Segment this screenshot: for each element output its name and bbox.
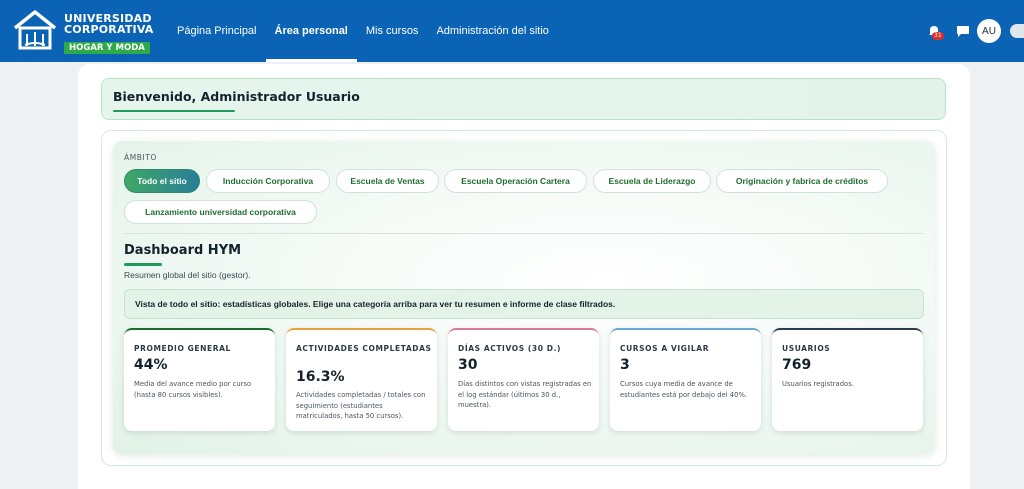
stat-value: 3 [620, 357, 630, 373]
main-nav: Página Principal Área personal Mis curso… [168, 0, 558, 62]
scope-label: ÁMBITO [124, 153, 158, 162]
stat-description: Días distintos con vistas registradas en… [458, 380, 592, 409]
stat-label: ACTIVIDADES COMPLETADAS [296, 344, 432, 353]
stat-value: 16.3% [296, 369, 345, 385]
scope-chip-operacion-cartera[interactable]: Escuela Operación Cartera [444, 169, 587, 193]
nav-home[interactable]: Página Principal [168, 0, 266, 62]
stat-card-actividades: ACTIVIDADES COMPLETADAS 16.3% Actividade… [286, 328, 437, 431]
drawer-toggle[interactable] [1010, 24, 1024, 38]
stat-description: Media del avance medio por curso (hasta … [134, 380, 252, 399]
notification-count-badge: 31 [932, 32, 944, 40]
house-logo-icon [13, 10, 57, 50]
brand-text: UNIVERSIDAD CORPORATIVA HOGAR Y MODA [64, 13, 154, 54]
dashboard-subtitle: Resumen global del sitio (gestor). [124, 270, 251, 280]
stat-card-dias-activos: DÍAS ACTIVOS (30 D.) 30 Días distintos c… [448, 328, 599, 431]
nav-personal-area[interactable]: Área personal [265, 0, 358, 62]
stat-label: USUARIOS [782, 344, 831, 353]
user-avatar[interactable]: AU [977, 19, 1001, 43]
top-navbar: UNIVERSIDAD CORPORATIVA HOGAR Y MODA Pág… [0, 0, 1024, 62]
scope-chip-lanzamiento[interactable]: Lanzamiento universidad corporativa [124, 200, 317, 224]
welcome-title: Bienvenido, Administrador Usuario [113, 89, 360, 104]
stat-value: 44% [134, 357, 168, 373]
scope-chip-induccion[interactable]: Inducción Corporativa [206, 169, 330, 193]
stat-label: CURSOS A VIGILAR [620, 344, 710, 353]
brand-line-2: CORPORATIVA [64, 23, 154, 36]
stat-description: Actividades completadas / totales con se… [296, 391, 426, 420]
stat-label: DÍAS ACTIVOS (30 D.) [458, 344, 562, 353]
stat-value: 769 [782, 357, 812, 373]
scope-chip-liderazgo[interactable]: Escuela de Liderazgo [593, 169, 711, 193]
stat-card-cursos-vigilar: CURSOS A VIGILAR 3 Cursos cuya media de … [610, 328, 761, 431]
brand-logo[interactable]: UNIVERSIDAD CORPORATIVA HOGAR Y MODA [12, 8, 154, 54]
nav-site-admin[interactable]: Administración del sitio [427, 0, 558, 62]
stat-card-usuarios: USUARIOS 769 Usuarios registrados. [772, 328, 923, 431]
nav-my-courses[interactable]: Mis cursos [357, 0, 428, 62]
stat-card-promedio: PROMEDIO GENERAL 44% Media del avance me… [124, 328, 275, 431]
dashboard-title: Dashboard HYM [124, 243, 242, 258]
scope-chip-ventas[interactable]: Escuela de Ventas [336, 169, 439, 193]
dashboard-title-underline [124, 263, 162, 266]
section-divider [124, 233, 923, 234]
welcome-underline [113, 110, 235, 112]
brand-badge: HOGAR Y MODA [64, 42, 150, 54]
scope-chip-all-site[interactable]: Todo el sitio [124, 169, 200, 193]
stat-description: Usuarios registrados. [782, 380, 854, 388]
welcome-banner: Bienvenido, Administrador Usuario [101, 78, 946, 120]
chat-icon[interactable] [956, 24, 970, 38]
info-banner: Vista de todo el sitio: estadísticas glo… [124, 289, 924, 319]
info-banner-text: Vista de todo el sitio: estadísticas glo… [135, 299, 616, 309]
stat-value: 30 [458, 357, 478, 373]
nav-right: 31 AU [926, 0, 1024, 62]
scope-chip-originacion[interactable]: Originación y fabrica de créditos [716, 169, 888, 193]
stat-description: Cursos cuya media de avance de estudiant… [620, 380, 748, 399]
notifications-button[interactable]: 31 [926, 23, 944, 40]
stat-label: PROMEDIO GENERAL [134, 344, 231, 353]
